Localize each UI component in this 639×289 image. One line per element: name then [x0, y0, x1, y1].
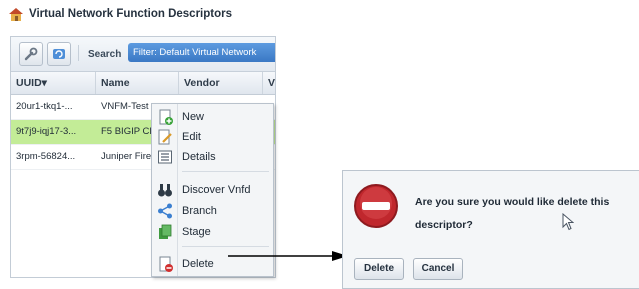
new-icon: [159, 109, 173, 125]
menu-separator: [182, 246, 269, 247]
menu-item-label: Branch: [182, 205, 217, 217]
column-header-vendor[interactable]: Vendor: [179, 72, 263, 94]
menu-separator: [182, 171, 269, 172]
menu-item-details[interactable]: Details: [152, 147, 273, 167]
delete-button[interactable]: Delete: [354, 258, 404, 280]
menu-item-label: Stage: [182, 226, 211, 238]
column-header-version[interactable]: V: [263, 72, 275, 94]
cancel-button[interactable]: Cancel: [413, 258, 463, 280]
column-header-uuid[interactable]: UUID▾: [11, 72, 96, 94]
menu-item-label: Edit: [182, 131, 201, 143]
dialog-message: Are you sure you would like delete this …: [415, 196, 610, 231]
menu-item-new[interactable]: New: [152, 107, 273, 127]
name-cell: F5 BIGIP Cl: [101, 126, 152, 137]
refresh-icon: [53, 49, 65, 59]
home-icon: [9, 8, 23, 21]
delete-icon: [159, 256, 173, 272]
name-cell: Juniper Fire: [101, 151, 152, 162]
page-title: Virtual Network Function Descriptors: [8, 5, 232, 23]
stage-icon: [159, 224, 172, 239]
menu-item-label: New: [182, 111, 205, 123]
menu-item-label: Details: [182, 151, 216, 163]
confirm-dialog: Are you sure you would like delete this …: [342, 170, 639, 289]
menu-item-discover-vnfd[interactable]: Discover Vnfd: [152, 180, 273, 200]
search-label: Search: [88, 49, 122, 60]
menu-item-label: Discover Vnfd: [182, 184, 251, 196]
name-cell: VNFM-Test: [101, 101, 149, 112]
uuid-cell: 20ur1-tkq1-...: [16, 101, 73, 112]
uuid-cell: 9t7j9-iqj17-3...: [16, 126, 77, 137]
menu-item-branch[interactable]: Branch: [152, 201, 273, 221]
uuid-cell: 3rpm-56824...: [16, 151, 76, 162]
toolbar: Search Filter: Default Virtual Network: [11, 37, 275, 72]
menu-item-stage[interactable]: Stage: [152, 222, 273, 242]
toolbar-divider: [78, 45, 79, 61]
mouse-pointer-icon: [562, 213, 574, 231]
details-icon: [158, 150, 172, 164]
edit-icon: [158, 129, 172, 145]
column-header-name[interactable]: Name: [96, 72, 179, 94]
refresh-button[interactable]: [47, 42, 71, 66]
tools-button[interactable]: [19, 42, 43, 66]
wrench-icon: [24, 47, 38, 61]
branch-icon: [158, 203, 172, 219]
menu-item-edit[interactable]: Edit: [152, 127, 273, 147]
menu-item-label: Delete: [182, 258, 214, 270]
filter-dropdown[interactable]: Filter: Default Virtual Network: [128, 43, 275, 62]
arrow-connector: [228, 251, 348, 261]
page-title-text: Virtual Network Function Descriptors: [29, 8, 232, 20]
stop-icon: [354, 184, 398, 228]
binoculars-icon: [158, 184, 172, 197]
grid-header: UUID▾ Name Vendor V: [11, 72, 275, 95]
